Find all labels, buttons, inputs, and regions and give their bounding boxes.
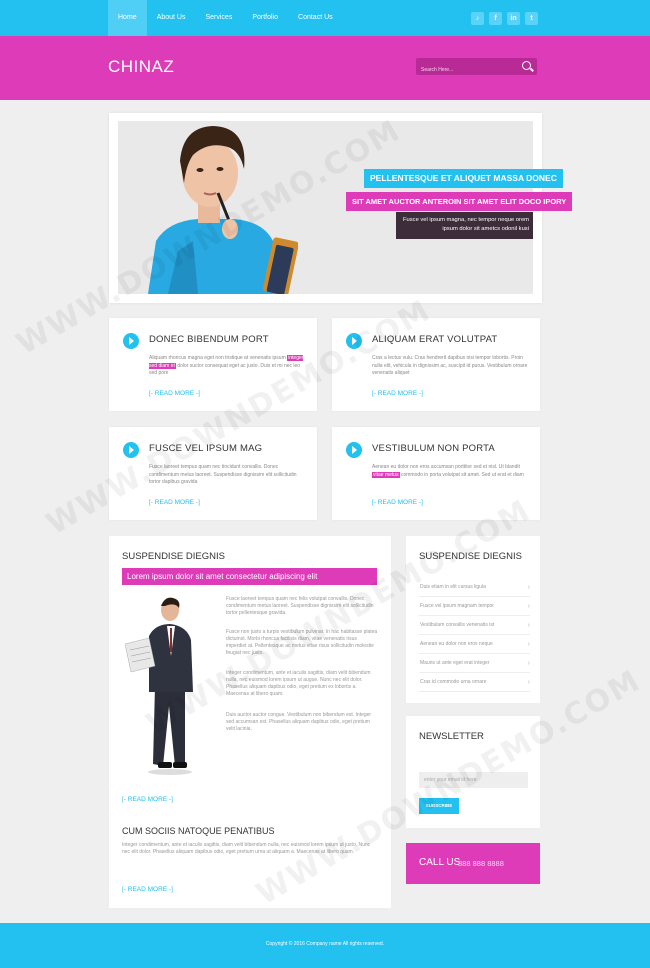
- newsletter-panel: NEWSLETTER SUBSCRIBE: [406, 716, 540, 828]
- main-paragraph: Integer condimentum, ante et iaculis sag…: [226, 670, 371, 697]
- read-more-link[interactable]: [- READ MORE -]: [122, 796, 173, 803]
- sidebar-item[interactable]: Aenean eu dolor non eros neque: [419, 635, 530, 654]
- arrow-right-icon: [346, 333, 362, 349]
- sidebar-item[interactable]: Fusce vel ipsum magnam tempor: [419, 597, 530, 616]
- social-links: ♪ f in t: [471, 12, 538, 25]
- top-navbar: Home About Us Services Portfolio Contact…: [0, 0, 650, 36]
- section-paragraph: Integer condimentum, ante et iaculis sag…: [122, 842, 371, 855]
- nav-services[interactable]: Services: [195, 0, 242, 36]
- slider-caption-2: SIT AMET AUCTOR ANTEROIN SIT AMET ELIT D…: [346, 192, 573, 211]
- facebook-icon[interactable]: f: [489, 12, 502, 25]
- sidebar-links-panel: SUSPENDISE DIEGNIS Duis etiam in elit cu…: [406, 536, 540, 703]
- nav-about[interactable]: About Us: [147, 0, 196, 36]
- sidebar-item[interactable]: Cras id commodo urna ornare: [419, 673, 530, 692]
- search-input[interactable]: [416, 61, 511, 79]
- nav-contact[interactable]: Contact Us: [288, 0, 343, 36]
- read-more-link[interactable]: [- READ MORE -]: [372, 499, 423, 506]
- nav-portfolio[interactable]: Portfolio: [242, 0, 288, 36]
- main-content: SUSPENDISE DIEGNIS Lorem ipsum dolor sit…: [109, 536, 391, 908]
- newsletter-heading: NEWSLETTER: [419, 731, 484, 742]
- copyright-text: Copyright © 2016 Company name All rights…: [265, 941, 385, 947]
- woman-photo: [148, 126, 298, 294]
- arrow-right-icon: [346, 442, 362, 458]
- feature-text: Aliquam rhoncus magna eget non tristique…: [149, 355, 304, 376]
- nav-home[interactable]: Home: [108, 0, 147, 36]
- read-more-link[interactable]: [- READ MORE -]: [372, 390, 423, 397]
- newsletter-email-input[interactable]: [419, 772, 528, 788]
- read-more-link[interactable]: [- READ MORE -]: [122, 886, 173, 893]
- twitter-icon[interactable]: t: [525, 12, 538, 25]
- subscribe-button[interactable]: SUBSCRIBE: [419, 798, 459, 814]
- highlight-text: vitae metus: [372, 471, 400, 478]
- feature-box: FUSCE VEL IPSUM MAG Fusce laoreet tempus…: [109, 427, 317, 520]
- feature-title: DONEC BIBENDUM PORT: [149, 334, 269, 345]
- footer: Copyright © 2016 Company name All rights…: [0, 923, 650, 968]
- arrow-right-icon: [123, 333, 139, 349]
- main-paragraph: Fusce laoreet tempus quam nec felis volu…: [226, 596, 374, 616]
- main-nav: Home About Us Services Portfolio Contact…: [108, 0, 343, 36]
- main-paragraph: Duis auctor auctor congue. Vestibulum no…: [226, 712, 372, 732]
- read-more-link[interactable]: [- READ MORE -]: [149, 390, 200, 397]
- main-heading: SUSPENDISE DIEGNIS: [122, 551, 225, 562]
- site-logo[interactable]: CHINAZ: [108, 57, 174, 77]
- businessman-photo: [125, 597, 193, 775]
- music-icon[interactable]: ♪: [471, 12, 484, 25]
- feature-box: ALIQUAM ERAT VOLUTPAT Cras a lectus vulu…: [332, 318, 540, 411]
- linkedin-icon[interactable]: in: [507, 12, 520, 25]
- feature-box: VESTIBULUM NON PORTA Aenean eu dolor non…: [332, 427, 540, 520]
- feature-text: Aenean eu dolor non eros accumsan portti…: [372, 464, 524, 478]
- main-paragraph: Fusce non justo a turpis vestibulum pulv…: [226, 629, 378, 656]
- feature-box: DONEC BIBENDUM PORT Aliquam rhoncus magn…: [109, 318, 317, 411]
- call-us-box: CALL US 888 888 8888: [406, 843, 540, 884]
- call-us-number: 888 888 8888: [458, 859, 504, 868]
- sidebar-item[interactable]: Duis etiam in elit cursus ligula: [419, 578, 530, 597]
- sidebar-item[interactable]: Vestibulum convallis venenatis ist: [419, 616, 530, 635]
- sidebar-item[interactable]: Mauris ut ante eget erat integer: [419, 654, 530, 673]
- call-us-label: CALL US: [419, 857, 461, 868]
- sidebar-list: Duis etiam in elit cursus ligula Fusce v…: [419, 578, 530, 692]
- header: CHINAZ: [0, 36, 650, 100]
- search-icon[interactable]: [522, 61, 531, 70]
- feature-title: VESTIBULUM NON PORTA: [372, 443, 495, 454]
- sidebar-heading: SUSPENDISE DIEGNIS: [419, 551, 522, 562]
- search-box: [416, 58, 537, 79]
- feature-title: FUSCE VEL IPSUM MAG: [149, 443, 263, 454]
- arrow-right-icon: [123, 442, 139, 458]
- section-heading: CUM SOCIIS NATOQUE PENATIBUS: [122, 826, 275, 836]
- read-more-link[interactable]: [- READ MORE -]: [149, 499, 200, 506]
- slider-caption-1: PELLENTESQUE ET ALIQUET MASSA DONEC: [364, 169, 563, 188]
- feature-text: Cras a lectus vulu. Cras hendrerit dapib…: [372, 355, 528, 376]
- slider-caption-3: Fusce vel ipsum magna, nec tempor neque …: [396, 212, 533, 239]
- main-subtitle-bar: Lorem ipsum dolor sit amet consectetur a…: [122, 568, 377, 585]
- feature-text: Fusce laoreet tempus quam nec tincidunt …: [149, 464, 297, 485]
- feature-title: ALIQUAM ERAT VOLUTPAT: [372, 334, 498, 345]
